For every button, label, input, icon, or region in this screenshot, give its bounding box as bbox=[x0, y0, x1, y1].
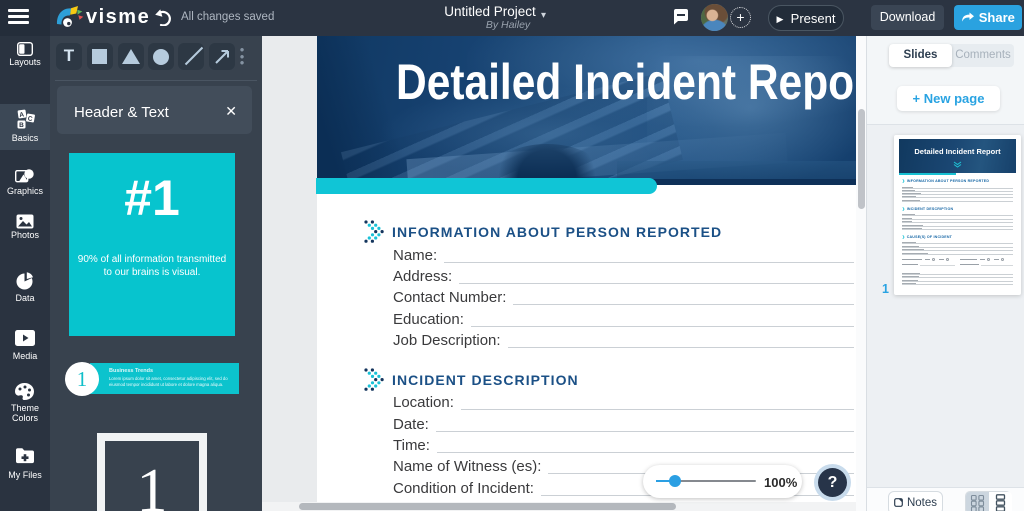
svg-text:B: B bbox=[19, 122, 24, 129]
